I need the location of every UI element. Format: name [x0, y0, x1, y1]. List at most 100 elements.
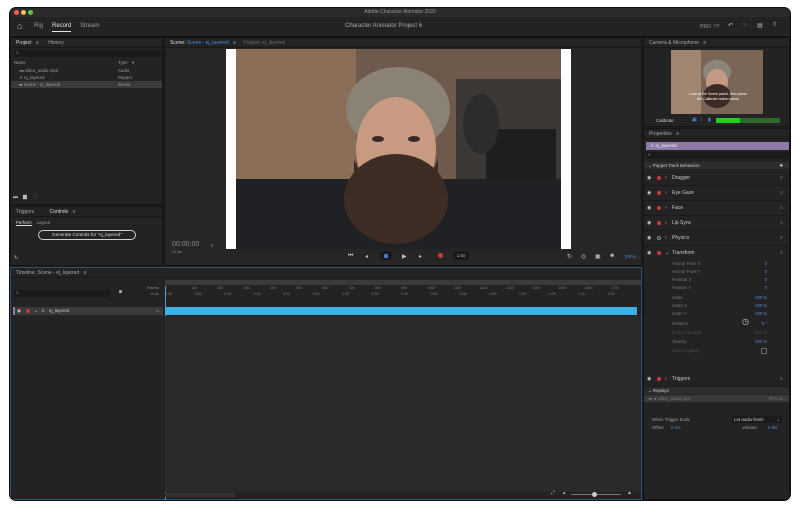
- tab-project[interactable]: Project: [16, 40, 32, 46]
- project-search-input[interactable]: ⌕: [14, 50, 161, 57]
- column-name[interactable]: Name: [14, 60, 26, 65]
- time-ruler[interactable]: 0:00 0:05 0:10 0:15 0:20 0:25 0:30 0:35 0:40 0:45…: [165, 292, 641, 297]
- record-arm-icon[interactable]: [657, 176, 661, 180]
- loop-icon[interactable]: ↻: [567, 253, 572, 260]
- behavior-transform[interactable]: ◉ ⌄ Transform ≡: [644, 246, 789, 261]
- step-forward-icon[interactable]: ▸: [419, 253, 422, 260]
- minimize-window-button[interactable]: [21, 10, 26, 15]
- zoom-dropdown-icon[interactable]: ⌄: [638, 254, 642, 259]
- tab-triggers[interactable]: Triggers: [16, 209, 34, 215]
- timecode-display[interactable]: 00:00:00: [172, 241, 199, 248]
- stop-button[interactable]: [380, 251, 392, 260]
- list-item[interactable]: ♙ ej_layered Puppet: [11, 74, 162, 81]
- properties-search-input[interactable]: ⌕: [646, 152, 789, 159]
- prop-value[interactable]: 0: [765, 284, 767, 292]
- record-button[interactable]: [438, 253, 443, 258]
- zoom-window-button[interactable]: [28, 10, 33, 15]
- eye-icon[interactable]: ◉: [647, 216, 651, 231]
- behaviors-section-header[interactable]: ⌄ Puppet Track Behaviors ✚: [644, 162, 789, 169]
- track-options-icon[interactable]: ⌂: [156, 307, 159, 315]
- home-icon[interactable]: ⌂: [17, 21, 22, 31]
- calibrate-button[interactable]: Calibrate: [656, 118, 674, 123]
- replays-section-header[interactable]: ⌄ Replays: [644, 387, 789, 394]
- zoom-out-icon[interactable]: ▴: [563, 490, 566, 496]
- play-icon[interactable]: ▶: [402, 253, 407, 260]
- prop-value[interactable]: 100 %: [755, 302, 767, 310]
- list-item[interactable]: ◂◂ video_audio.mp3 Audio: [11, 67, 162, 74]
- prop-group-opacity[interactable]: Group Opacity: [672, 347, 767, 355]
- frame-ruler[interactable]: 0 100 200 300 400 500 600 700 800 900 1000 1100 1200…: [165, 286, 641, 291]
- share-icon[interactable]: ⇧: [772, 21, 777, 28]
- behavior-menu-icon[interactable]: ≡: [780, 171, 783, 186]
- panel-menu-icon[interactable]: ≡: [676, 131, 679, 137]
- panel-menu-icon[interactable]: ≡: [36, 40, 39, 46]
- camera-snapshot-icon[interactable]: ◙: [119, 289, 122, 295]
- behavior-menu-icon[interactable]: ≡: [780, 372, 783, 387]
- eye-icon[interactable]: ◉: [647, 372, 651, 387]
- prop-value[interactable]: 0: [765, 276, 767, 284]
- playback-speed[interactable]: 1.0x: [453, 251, 469, 260]
- behavior-eye-gaze[interactable]: ◉ › Eye Gaze ≡: [644, 186, 789, 201]
- eye-icon[interactable]: ◉: [647, 201, 651, 216]
- chevron-right-icon[interactable]: ›: [665, 171, 667, 186]
- tab-record[interactable]: Record: [52, 23, 72, 32]
- prop-anchor-y[interactable]: Anchor Point Y 0: [672, 268, 767, 276]
- behavior-menu-icon[interactable]: ≡: [780, 216, 783, 231]
- panel-menu-icon[interactable]: ≡: [233, 40, 236, 46]
- tab-stream[interactable]: Stream: [80, 23, 99, 29]
- preview-icon[interactable]: ▣: [595, 253, 601, 260]
- prop-scale[interactable]: Scale 100 %: [672, 294, 767, 302]
- add-behavior-icon[interactable]: ✚: [779, 162, 783, 169]
- close-window-button[interactable]: [14, 10, 19, 15]
- replay-item[interactable]: ◂▸ ● video_audio.mp3 RTS 1s: [644, 395, 789, 402]
- behavior-lip-sync[interactable]: ◉ › Lip Sync ≡: [644, 216, 789, 231]
- scene-canvas[interactable]: [226, 49, 571, 249]
- redo-icon[interactable]: ↷: [742, 22, 747, 29]
- track-bar[interactable]: [165, 307, 637, 315]
- tab-rig[interactable]: Rig: [34, 23, 43, 29]
- record-arm-icon[interactable]: [657, 206, 661, 210]
- fit-icon[interactable]: ⤢: [551, 490, 555, 496]
- undo-icon[interactable]: ↶: [728, 22, 733, 29]
- trash-icon[interactable]: ▬: [13, 194, 18, 200]
- chevron-down-icon[interactable]: ⌄: [34, 307, 38, 315]
- step-back-icon[interactable]: ◂: [365, 253, 368, 260]
- volume-value[interactable]: 0 dB: [768, 424, 777, 431]
- eye-icon[interactable]: ◉: [647, 186, 651, 201]
- replay-play-icon[interactable]: ◂▸: [648, 396, 652, 401]
- timeline-scrollbar[interactable]: [165, 493, 235, 497]
- refresh-icon[interactable]: ↻: [14, 255, 18, 261]
- behavior-menu-icon[interactable]: ≡: [780, 186, 783, 201]
- column-type[interactable]: Type: [118, 59, 128, 66]
- behavior-triggers[interactable]: ◉ › Triggers ≡: [644, 372, 789, 387]
- microphone-icon[interactable]: ♪: [700, 117, 703, 123]
- panel-menu-icon[interactable]: ≡: [73, 209, 76, 215]
- behavior-dragger[interactable]: ◉ › Dragger ≡: [644, 171, 789, 186]
- tab-history[interactable]: History: [48, 40, 64, 46]
- rotation-dial-icon[interactable]: ◷: [742, 318, 749, 326]
- offset-value[interactable]: 0 ms: [671, 425, 681, 430]
- tab-perform[interactable]: Perform: [16, 220, 32, 226]
- list-item[interactable]: ▰ Scene - ej_layered Scene: [11, 81, 162, 88]
- track-header[interactable]: ◉ ⌄ ♙ ej_layered ⌂: [13, 307, 163, 315]
- prop-scale-y[interactable]: Scale Y 100 %: [672, 310, 767, 318]
- prop-value[interactable]: 0 °: [762, 320, 767, 328]
- record-arm-icon[interactable]: [657, 236, 661, 240]
- record-arm-icon[interactable]: [657, 251, 661, 255]
- new-item-icon[interactable]: ▢: [33, 194, 38, 200]
- behavior-menu-icon[interactable]: ≡: [780, 201, 783, 216]
- scene-tab-label[interactable]: Scene:: [170, 40, 186, 46]
- prop-anchor-x[interactable]: Anchor Point X 0: [672, 260, 767, 268]
- face-tracker-icon[interactable]: ☻: [609, 253, 615, 259]
- behavior-menu-icon[interactable]: ≡: [780, 246, 783, 261]
- behavior-face[interactable]: ◉ › Face ≡: [644, 201, 789, 216]
- prop-value[interactable]: 0: [765, 260, 767, 268]
- record-arm-icon[interactable]: [657, 377, 661, 381]
- prop-value[interactable]: 100 %: [755, 310, 767, 318]
- puppet-view-icon[interactable]: ◎: [581, 253, 586, 260]
- chevron-right-icon[interactable]: ›: [665, 231, 667, 246]
- tab-controls[interactable]: Controls: [50, 209, 69, 215]
- prop-position-y[interactable]: Position Y 0: [672, 284, 767, 292]
- camera-toggle-icon[interactable]: ▣: [692, 117, 697, 123]
- chevron-right-icon[interactable]: ›: [665, 216, 667, 231]
